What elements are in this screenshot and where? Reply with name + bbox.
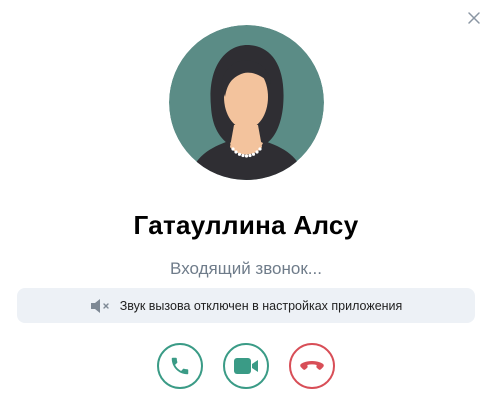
close-button[interactable] <box>464 8 484 28</box>
decline-call-button[interactable] <box>289 343 335 389</box>
speaker-muted-icon <box>90 298 112 314</box>
phone-hangup-icon <box>300 361 324 370</box>
caller-avatar <box>169 25 324 180</box>
video-call-button[interactable] <box>223 343 269 389</box>
call-status: Входящий звонок... <box>170 259 322 278</box>
caller-name: Гатауллина Алсу <box>133 210 359 240</box>
close-icon <box>468 12 480 24</box>
call-actions <box>0 343 492 389</box>
notice-text: Звук вызова отключен в настройках прилож… <box>119 298 403 313</box>
accept-call-button[interactable] <box>157 343 203 389</box>
video-camera-icon <box>234 358 258 374</box>
sound-muted-notice: Звук вызова отключен в настройках прилож… <box>17 288 475 323</box>
phone-icon <box>171 357 189 375</box>
